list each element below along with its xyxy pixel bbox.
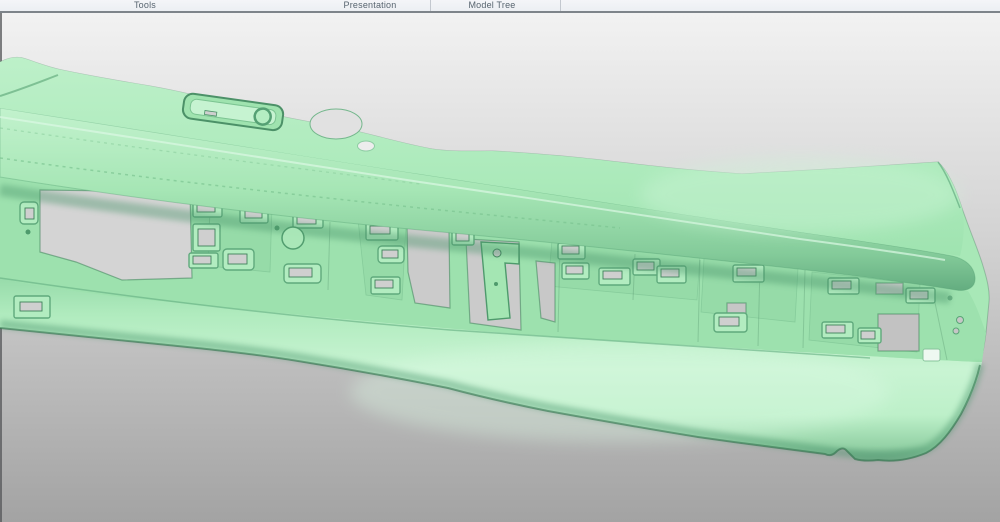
3d-viewport[interactable] — [0, 13, 1000, 522]
tab-separator — [430, 0, 431, 11]
face-highlight — [640, 157, 960, 233]
edge-scallop-cutout — [310, 109, 362, 139]
tab-model-tree[interactable]: Model Tree — [442, 0, 542, 11]
tab-tools[interactable]: Tools — [95, 0, 195, 11]
shell-highlight — [350, 342, 890, 442]
tab-presentation[interactable]: Presentation — [320, 0, 420, 11]
3d-viewport-canvas[interactable] — [0, 13, 1000, 522]
tab-separator — [560, 0, 561, 11]
sensor-hole — [358, 141, 375, 151]
ribbon-tab-bar: Tools Presentation Model Tree — [0, 0, 1000, 13]
